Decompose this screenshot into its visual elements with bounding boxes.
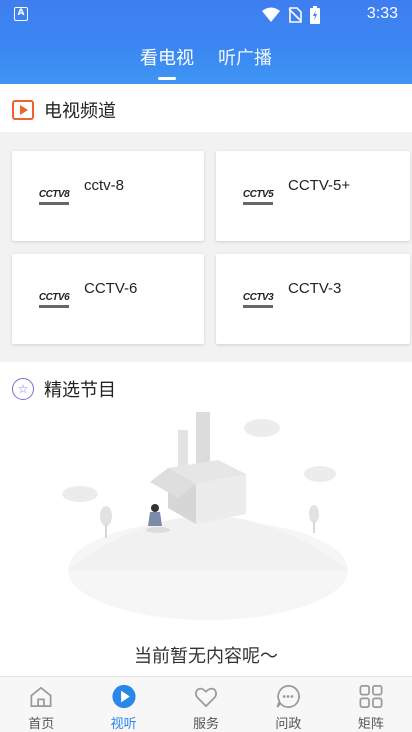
- nav-item-media[interactable]: 视听: [82, 677, 164, 732]
- nav-label: 矩阵: [357, 717, 384, 732]
- nav-label: 问政: [275, 717, 302, 732]
- channel-name: cctv-8: [84, 177, 125, 194]
- cctv6-logo: CCTV6: [30, 288, 78, 312]
- nav-item-matrix[interactable]: 矩阵: [330, 677, 412, 732]
- tv-section-header: 电视频道: [0, 84, 412, 132]
- chat-icon: [276, 685, 301, 708]
- nav-label: 视听: [110, 717, 137, 732]
- channel-name: CCTV-3: [288, 280, 342, 297]
- tv-channel-icon: [12, 100, 34, 120]
- app-notification-icon: A: [14, 7, 28, 21]
- play-icon: [112, 684, 136, 709]
- media-tabs: 看电视 听广播: [0, 40, 412, 84]
- channel-card-cctv5plus[interactable]: CCTV5 CCTV-5+: [216, 151, 410, 241]
- no-sim-icon: [288, 7, 302, 23]
- featured-section: ☆ 精选节目 当前暂无内容呢～: [0, 362, 412, 676]
- wifi-icon: [262, 7, 280, 22]
- cctv5-logo: CCTV5: [234, 185, 282, 209]
- status-time: 3:33: [366, 5, 398, 22]
- status-icons: [262, 6, 320, 24]
- nav-item-service[interactable]: 服务: [165, 677, 247, 732]
- battery-icon: [310, 6, 320, 24]
- nav-label: 服务: [193, 717, 220, 732]
- tv-section-title: 电视频道: [12, 97, 116, 123]
- nav-item-home[interactable]: 首页: [0, 677, 82, 732]
- channel-card-cctv8[interactable]: CCTV8 cctv-8: [12, 151, 204, 241]
- channel-card-cctv3[interactable]: CCTV3 CCTV-3: [216, 254, 410, 344]
- cctv3-logo: CCTV3: [234, 288, 282, 312]
- channel-name: CCTV-5+: [288, 177, 351, 194]
- home-icon: [30, 686, 52, 708]
- header-bar: A 3:33 看电视 听广播: [0, 0, 412, 84]
- empty-state-text: 当前暂无内容呢～: [134, 646, 278, 667]
- channel-card-cctv6[interactable]: CCTV6 CCTV-6: [12, 254, 204, 344]
- heart-icon: [195, 687, 218, 708]
- channel-name: CCTV-6: [84, 280, 138, 297]
- featured-section-title-text: 精选节目: [44, 380, 116, 401]
- status-bar: A 3:33: [0, 0, 412, 30]
- cctv8-logo: CCTV8: [30, 185, 78, 209]
- tab-watch-tv[interactable]: 看电视: [140, 40, 194, 84]
- bottom-nav: 首页 视听 服务 问政 矩阵: [0, 676, 412, 732]
- tab-listen-radio[interactable]: 听广播: [218, 40, 272, 84]
- tv-section-title-text: 电视频道: [44, 101, 116, 122]
- nav-item-inquiry[interactable]: 问政: [247, 677, 329, 732]
- featured-section-title: ☆ 精选节目: [12, 376, 116, 402]
- star-icon: ☆: [12, 378, 34, 400]
- nav-label: 首页: [28, 717, 55, 732]
- grid-icon: [359, 685, 383, 708]
- empty-state-illustration: [62, 412, 348, 620]
